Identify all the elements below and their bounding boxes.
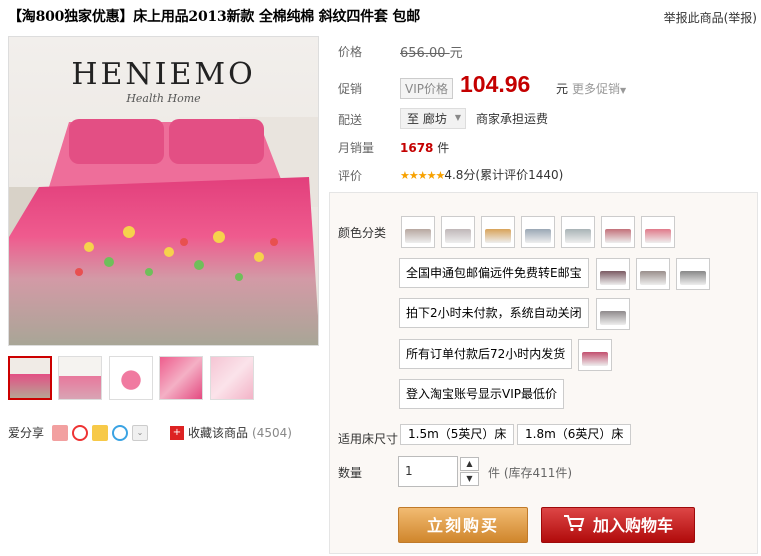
favorite-item[interactable]: + 收藏该商品 (4504) bbox=[170, 424, 292, 441]
share-label: 爱分享 bbox=[8, 426, 45, 440]
color-option-4[interactable]: 登入淘宝账号显示VIP最低价 bbox=[399, 379, 564, 409]
promo-price: 104.96 bbox=[460, 71, 531, 97]
thumbnail-5[interactable] bbox=[210, 356, 254, 400]
color-option-1[interactable]: 全国申通包邮偏远件免费转E邮宝 bbox=[399, 258, 589, 288]
color-swatch-1[interactable] bbox=[401, 216, 435, 248]
color-swatch-5[interactable] bbox=[561, 216, 595, 248]
size-option-2[interactable]: 1.8m（6英尺）床 bbox=[517, 424, 632, 445]
brand-tagline: Health Home bbox=[126, 92, 201, 105]
color-swatch-8[interactable] bbox=[596, 258, 630, 290]
color-swatch-6[interactable] bbox=[601, 216, 635, 248]
chevron-down-icon: ▼ bbox=[620, 86, 627, 95]
color-swatch-2[interactable] bbox=[441, 216, 475, 248]
color-swatch-7[interactable] bbox=[641, 216, 675, 248]
color-label: 颜色分类 bbox=[338, 226, 387, 240]
swatch-image bbox=[680, 271, 706, 285]
swatch-image bbox=[525, 229, 551, 243]
favorite-label: 收藏该商品 bbox=[188, 426, 249, 440]
swatch-image bbox=[485, 229, 511, 243]
report-link[interactable]: 举报此商品(举报) bbox=[664, 9, 757, 26]
rating-label: 评价 bbox=[338, 169, 363, 183]
star-share-icon[interactable] bbox=[92, 424, 109, 441]
thumbnail-1[interactable] bbox=[8, 356, 52, 400]
shipping-location-select[interactable]: 至 廊坊 ▼ bbox=[400, 108, 466, 129]
color-option-2[interactable]: 拍下2小时未付款，系统自动关闭 bbox=[399, 298, 589, 328]
quantity-decrease-button[interactable]: ▼ bbox=[460, 472, 479, 486]
quantity-input[interactable]: 1 bbox=[398, 456, 458, 487]
color-swatch-4[interactable] bbox=[521, 216, 555, 248]
monthly-sales-label: 月销量 bbox=[338, 141, 375, 155]
swatch-image bbox=[600, 311, 626, 325]
swatch-image bbox=[640, 271, 666, 285]
favorite-count: (4504) bbox=[252, 425, 292, 440]
monthly-sales: 1678 件 bbox=[400, 141, 450, 155]
thumbnail-3[interactable] bbox=[109, 356, 153, 400]
stock-info: 件 (库存411件) bbox=[488, 466, 573, 480]
rating-stars: ★★★★★ bbox=[400, 169, 445, 182]
quantity-increase-button[interactable]: ▲ bbox=[460, 457, 479, 471]
size-label: 适用床尺寸 bbox=[338, 432, 399, 446]
swatch-image bbox=[445, 229, 471, 243]
color-swatch-12[interactable] bbox=[578, 339, 612, 371]
swatch-image bbox=[565, 229, 591, 243]
original-price: 656.00 元 bbox=[400, 46, 463, 61]
qzone-share-icon[interactable] bbox=[52, 424, 69, 441]
shipping-note: 商家承担运费 bbox=[476, 112, 549, 126]
buy-now-button[interactable]: 立刻购买 bbox=[398, 507, 528, 543]
product-title: 【淘800独家优惠】床上用品2013新款 全棉纯棉 斜纹四件套 包邮 bbox=[8, 9, 421, 25]
price-label: 价格 bbox=[338, 45, 363, 59]
color-swatch-9[interactable] bbox=[636, 258, 670, 290]
brand-logo: HENIEMO Health Home bbox=[9, 57, 318, 105]
favorite-icon: + bbox=[170, 425, 184, 440]
swatch-image bbox=[582, 352, 608, 366]
vip-price-tag: VIP价格 bbox=[400, 78, 453, 99]
swatch-image bbox=[600, 271, 626, 285]
color-option-3[interactable]: 所有订单付款后72小时内发货 bbox=[399, 339, 573, 369]
share-bar: 爱分享 ⌄ bbox=[8, 424, 149, 441]
thumbnail-2[interactable] bbox=[58, 356, 102, 400]
quantity-label: 数量 bbox=[338, 466, 363, 480]
swatch-image bbox=[605, 229, 631, 243]
brand-name: HENIEMO bbox=[71, 57, 256, 92]
size-option-1[interactable]: 1.5m（5英尺）床 bbox=[400, 424, 515, 445]
more-promo-dropdown[interactable]: 更多促销▼ bbox=[572, 80, 626, 97]
shipping-label: 配送 bbox=[338, 113, 363, 127]
chevron-down-icon: ▼ bbox=[454, 113, 461, 122]
color-swatch-11[interactable] bbox=[596, 298, 630, 330]
add-to-cart-button[interactable]: 加入购物车 bbox=[541, 507, 695, 543]
color-swatch-3[interactable] bbox=[481, 216, 515, 248]
rating[interactable]: ★★★★★4.8分(累计评价1440) bbox=[400, 166, 563, 183]
promo-label: 促销 bbox=[338, 82, 363, 96]
cart-icon bbox=[563, 509, 585, 545]
more-share-icon[interactable]: ⌄ bbox=[132, 424, 149, 441]
color-swatch-10[interactable] bbox=[676, 258, 710, 290]
thumbnail-4[interactable] bbox=[159, 356, 203, 400]
weibo-share-icon[interactable] bbox=[72, 424, 89, 441]
swatch-image bbox=[405, 229, 431, 243]
swatch-image bbox=[645, 229, 671, 243]
promo-price-unit: 元 bbox=[556, 82, 569, 96]
chat-share-icon[interactable] bbox=[112, 424, 129, 441]
main-product-image[interactable]: HENIEMO Health Home bbox=[8, 36, 319, 346]
